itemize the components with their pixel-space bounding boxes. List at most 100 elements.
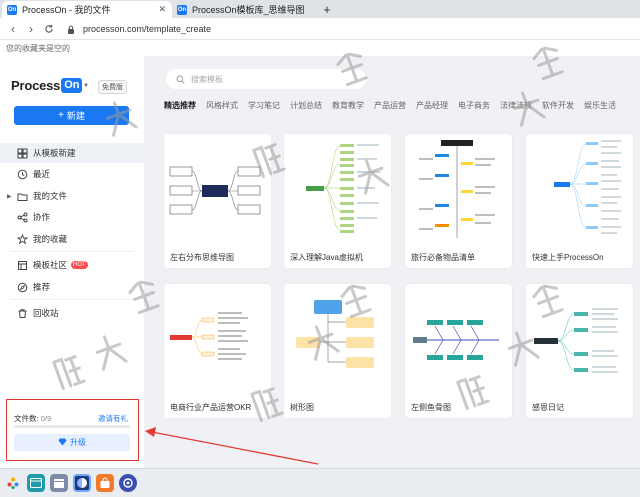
search-placeholder: 搜索模板: [191, 74, 223, 84]
sidebar-item-label: 我的文件: [33, 191, 68, 201]
tree-diagram-thumbnail: [296, 300, 374, 368]
template-title: 树形图: [290, 403, 314, 412]
lock-icon: [66, 24, 76, 34]
sidebar-item-my-files[interactable]: ▶ 我的文件: [0, 186, 144, 206]
template-card[interactable]: 树形图: [284, 284, 391, 418]
chevron-down-icon[interactable]: ▼: [83, 83, 89, 89]
sidebar-divider: [10, 299, 134, 300]
fishbone-thumbnail: [413, 320, 499, 360]
caret-right-icon[interactable]: ▶: [7, 193, 12, 200]
store-app-icon[interactable]: [96, 474, 114, 492]
sidebar-item-favorites[interactable]: 我的收藏: [0, 229, 144, 249]
sidebar-item-trash[interactable]: 回收站: [0, 303, 144, 323]
template-title: 左右分布思维导图: [170, 253, 234, 262]
template-title: 旅行必备物品清单: [411, 253, 475, 262]
sidebar-item-label: 我的收藏: [33, 234, 68, 244]
sidebar-item-recent[interactable]: 最近: [0, 164, 144, 184]
sidebar-item-recommend[interactable]: 推荐: [0, 277, 144, 297]
trash-icon: [17, 308, 28, 319]
category-tab[interactable]: 精选推荐: [164, 100, 196, 111]
folder-icon: [17, 191, 28, 202]
template-title: 快速上手ProcessOn: [532, 253, 604, 262]
upgrade-button[interactable]: 升级: [14, 434, 130, 451]
storage-panel: 文件数: 0/9 邀请有礼 升级: [6, 399, 139, 461]
file-manager-icon[interactable]: [27, 474, 45, 492]
category-tab[interactable]: 产品运营: [374, 100, 406, 111]
template-card[interactable]: 旅行必备物品清单: [405, 134, 512, 268]
new-button[interactable]: + 新建: [14, 106, 129, 125]
new-button-label: 新建: [66, 111, 85, 121]
category-tab[interactable]: 电子商务: [458, 100, 490, 111]
plus-icon: +: [58, 110, 64, 121]
compass-icon: [17, 282, 28, 293]
clock-icon: [17, 169, 28, 180]
settings-app-icon[interactable]: [119, 474, 137, 492]
gratitude-journal-thumbnail: [534, 308, 618, 373]
calendar-app-icon[interactable]: [50, 474, 68, 492]
search-icon: [176, 75, 185, 84]
search-input[interactable]: 搜索模板: [166, 69, 366, 89]
storage-progress-bar: [14, 425, 130, 428]
file-count-label: 文件数:: [14, 414, 39, 423]
browser-tab-bar: On ProcessOn - 我的文件 ✕ On ProcessOn模板库_思维…: [0, 0, 640, 18]
category-tab[interactable]: 教育教学: [332, 100, 364, 111]
file-count-value: 0/9: [40, 414, 52, 423]
sidebar-item-label: 推荐: [33, 282, 51, 292]
sidebar-item-label: 最近: [33, 169, 51, 179]
reload-icon[interactable]: [40, 20, 58, 38]
sidebar-item-label: 回收站: [33, 308, 59, 318]
diamond-icon: [58, 438, 67, 448]
category-tab[interactable]: 学习笔记: [248, 100, 280, 111]
bookmarks-empty-text: 您的收藏夹是空的: [6, 43, 70, 53]
browser-tab-my-files[interactable]: On ProcessOn - 我的文件 ✕: [2, 1, 172, 18]
url-field[interactable]: processon.com/template_create: [66, 21, 636, 37]
template-card[interactable]: 感恩日记: [526, 284, 633, 418]
template-card[interactable]: 左右分布思维导图: [164, 134, 271, 268]
category-tab[interactable]: 娱乐生活: [584, 100, 616, 111]
bookmarks-bar: 您的收藏夹是空的: [0, 40, 640, 56]
template-title: 感恩日记: [532, 403, 564, 412]
sidebar-item-label: 从模板新建: [33, 148, 76, 158]
template-card[interactable]: 快速上手ProcessOn: [526, 134, 633, 268]
category-tab[interactable]: 计划总结: [290, 100, 322, 111]
sidebar-divider: [10, 251, 134, 252]
close-icon[interactable]: ✕: [158, 4, 166, 15]
processon-logo[interactable]: Process On: [11, 78, 83, 93]
star-icon: [17, 233, 28, 245]
new-tab-button[interactable]: +: [319, 1, 335, 17]
forward-icon[interactable]: ›: [22, 20, 40, 38]
upgrade-label: 升级: [70, 438, 86, 447]
back-icon[interactable]: ‹: [4, 20, 22, 38]
processon-app: Process On ▼ 免费版 + 新建 从模板新建 最近 ▶ 我的文件 协作…: [0, 56, 640, 468]
processon-favicon-icon: On: [7, 4, 17, 15]
community-icon: [17, 260, 28, 271]
share-icon: [17, 212, 28, 223]
plan-badge: 免费版: [98, 80, 127, 94]
sidebar-item-community[interactable]: 模板社区 HOT: [0, 255, 144, 275]
sidebar-item-collaborate[interactable]: 协作: [0, 207, 144, 227]
java-mindmap-thumbnail: [306, 144, 381, 233]
tab-title: ProcessOn - 我的文件: [22, 5, 111, 15]
template-card[interactable]: 左侧鱼骨图: [405, 284, 512, 418]
category-tab[interactable]: 产品经理: [416, 100, 448, 111]
category-tab[interactable]: 风格样式: [206, 100, 238, 111]
category-tab[interactable]: 软件开发: [542, 100, 574, 111]
url-text: processon.com/template_create: [83, 24, 212, 34]
template-card[interactable]: 电商行业产品运营OKR: [164, 284, 271, 418]
browser-app-icon[interactable]: [73, 474, 91, 492]
category-tab[interactable]: 法律法规: [500, 100, 532, 111]
sidebar-item-template[interactable]: 从模板新建: [0, 143, 144, 163]
hot-badge: HOT: [71, 261, 88, 269]
template-icon: [17, 148, 28, 159]
file-count: 文件数: 0/9: [14, 413, 51, 424]
launcher-icon[interactable]: [4, 474, 22, 492]
invite-link[interactable]: 邀请有礼: [98, 413, 128, 424]
sidebar-item-label: 协作: [33, 212, 51, 222]
processon-favicon-icon: On: [177, 4, 187, 15]
logo-text: Process: [11, 78, 61, 93]
template-title: 左侧鱼骨图: [411, 403, 451, 412]
mindmap-thumbnail: [169, 166, 261, 215]
template-card[interactable]: 深入理解Java虚拟机: [284, 134, 391, 268]
address-bar: ‹ › processon.com/template_create: [0, 18, 640, 40]
browser-tab-template-library[interactable]: On ProcessOn模板库_思维导图: [172, 1, 314, 18]
